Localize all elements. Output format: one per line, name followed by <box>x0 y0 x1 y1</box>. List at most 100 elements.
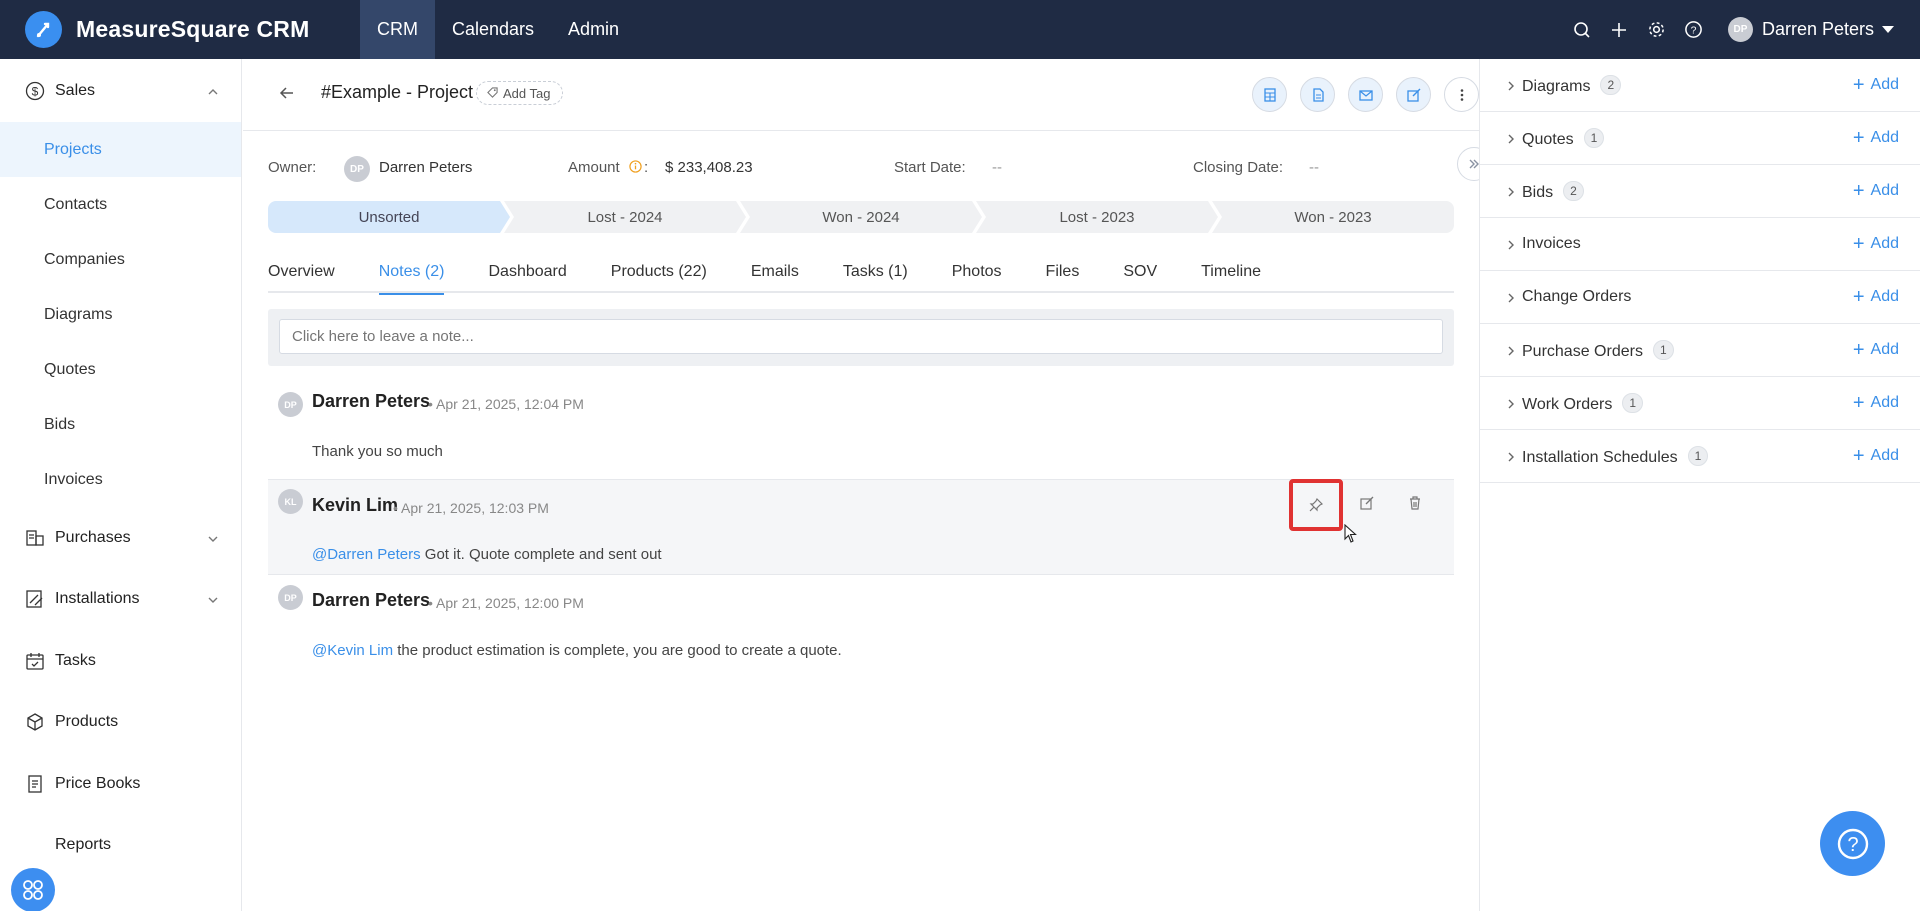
related-label: Change Orders <box>1522 288 1632 305</box>
add-tag-button[interactable]: Add Tag <box>476 81 564 105</box>
stage-won-2024[interactable]: Won - 2024 <box>740 201 982 233</box>
sidebar-item-tasks[interactable]: Tasks <box>0 630 241 692</box>
plus-icon[interactable] <box>1601 0 1638 59</box>
mention-link[interactable]: @Darren Peters <box>312 546 421 563</box>
related-row-quotes[interactable]: Quotes 1 + Add <box>1480 112 1920 165</box>
assistant-bot-icon[interactable] <box>11 868 55 911</box>
related-label: Invoices <box>1522 235 1581 252</box>
related-row-bids[interactable]: Bids 2 + Add <box>1480 165 1920 218</box>
sidebar-item-companies[interactable]: Companies <box>0 232 241 287</box>
sidebar-item-diagrams[interactable]: Diagrams <box>0 287 241 342</box>
sidebar-group-purchases[interactable]: Purchases <box>0 507 241 569</box>
add-label: Add <box>1870 235 1899 252</box>
related-row-change-orders[interactable]: Change Orders + Add <box>1480 271 1920 324</box>
help-question-icon[interactable]: ? <box>1820 811 1885 876</box>
sidebar-item-invoices[interactable]: Invoices <box>0 452 241 507</box>
tab-files[interactable]: Files <box>1046 257 1080 293</box>
count-badge: 1 <box>1622 392 1644 413</box>
note-avatar: DP <box>278 585 303 610</box>
related-row-invoices[interactable]: Invoices + Add <box>1480 218 1920 271</box>
add-work-order-button[interactable]: + Add <box>1853 393 1899 413</box>
stage-lost-2024[interactable]: Lost - 2024 <box>504 201 746 233</box>
add-invoice-button[interactable]: + Add <box>1853 234 1899 254</box>
add-label: Add <box>1870 288 1899 305</box>
tab-dashboard[interactable]: Dashboard <box>488 257 566 293</box>
note-item: KL Kevin Lim • Apr 21, 2025, 12:03 PM @D… <box>268 479 1454 575</box>
note-text-body: the product estimation is complete, you … <box>393 642 842 659</box>
user-avatar: DP <box>1727 17 1753 42</box>
owner-name[interactable]: Darren Peters <box>379 159 472 176</box>
document-icon[interactable] <box>1300 77 1335 112</box>
note-item: DP Darren Peters • Apr 21, 2025, 12:04 P… <box>268 382 1454 460</box>
tab-overview[interactable]: Overview <box>268 257 335 293</box>
related-row-purchase-orders[interactable]: Purchase Orders 1 + Add <box>1480 324 1920 377</box>
related-label-text: Purchase Orders <box>1522 342 1643 360</box>
note-text: @Darren Peters Got it. Quote complete an… <box>312 546 662 563</box>
note-item: DP Darren Peters • Apr 21, 2025, 12:00 P… <box>268 576 1454 676</box>
add-label: Add <box>1870 182 1899 199</box>
related-label: Quotes 1 <box>1522 127 1605 149</box>
add-change-order-button[interactable]: + Add <box>1853 287 1899 307</box>
spreadsheet-icon[interactable] <box>1252 77 1287 112</box>
edit-icon[interactable] <box>1396 77 1431 112</box>
sidebar-item-contacts[interactable]: Contacts <box>0 177 241 232</box>
tab-tasks[interactable]: Tasks (1) <box>843 257 908 293</box>
help-icon[interactable]: ? <box>1675 0 1712 59</box>
more-options-icon[interactable] <box>1444 77 1479 112</box>
tab-emails[interactable]: Emails <box>751 257 799 293</box>
add-installation-schedule-button[interactable]: + Add <box>1853 446 1899 466</box>
pin-note-button[interactable] <box>1289 479 1343 531</box>
delete-note-icon[interactable] <box>1391 479 1439 527</box>
nav-admin[interactable]: Admin <box>551 0 636 59</box>
tab-notes[interactable]: Notes (2) <box>378 257 444 295</box>
tab-sov[interactable]: SOV <box>1123 257 1157 293</box>
stage-lost-2023[interactable]: Lost - 2023 <box>976 201 1218 233</box>
tab-timeline[interactable]: Timeline <box>1201 257 1261 293</box>
start-date-value[interactable]: -- <box>992 159 1002 176</box>
user-menu[interactable]: DP Darren Peters <box>1727 17 1894 42</box>
nav-calendars[interactable]: Calendars <box>435 0 551 59</box>
add-bid-button[interactable]: + Add <box>1853 181 1899 201</box>
amount-value: $ 233,408.23 <box>665 159 753 176</box>
sidebar-item-projects[interactable]: Projects <box>0 122 241 177</box>
related-label-text: Diagrams <box>1522 77 1591 95</box>
tab-products[interactable]: Products (22) <box>611 257 707 293</box>
add-diagram-button[interactable]: + Add <box>1853 75 1899 95</box>
brand[interactable]: MeasureSquare CRM <box>0 11 360 48</box>
related-label: Bids 2 <box>1522 180 1584 202</box>
back-arrow-icon[interactable] <box>279 85 295 106</box>
stage-unsorted[interactable]: Unsorted <box>268 201 510 233</box>
add-quote-button[interactable]: + Add <box>1853 128 1899 148</box>
sidebar-item-reports[interactable]: Reports <box>0 815 241 877</box>
mention-link[interactable]: @Kevin Lim <box>312 642 393 659</box>
gear-icon[interactable] <box>1638 0 1675 59</box>
note-time-text: Apr 21, 2025, 12:04 PM <box>436 396 584 412</box>
related-row-work-orders[interactable]: Work Orders 1 + Add <box>1480 377 1920 430</box>
chevron-right-icon <box>1505 185 1517 203</box>
closing-date-label: Closing Date: <box>1193 159 1284 176</box>
sidebar-item-products[interactable]: Products <box>0 692 241 754</box>
related-row-installation-schedules[interactable]: Installation Schedules 1 + Add <box>1480 430 1920 483</box>
email-icon[interactable] <box>1348 77 1383 112</box>
search-icon[interactable] <box>1564 0 1601 59</box>
owner-label: Owner: <box>268 159 317 176</box>
note-avatar: DP <box>278 392 303 417</box>
sidebar-group-installations[interactable]: Installations <box>0 569 241 631</box>
sidebar-item-bids[interactable]: Bids <box>0 397 241 452</box>
info-icon[interactable] <box>629 160 642 177</box>
sidebar-item-quotes[interactable]: Quotes <box>0 342 241 397</box>
sidebar-item-price-books[interactable]: Price Books <box>0 753 241 815</box>
nav-crm[interactable]: CRM <box>360 0 435 59</box>
note-input[interactable] <box>279 319 1443 354</box>
related-label: Purchase Orders 1 <box>1522 339 1674 361</box>
sidebar-group-sales[interactable]: $ Sales <box>0 59 241 122</box>
closing-date-value[interactable]: -- <box>1309 159 1319 176</box>
installations-icon <box>24 588 46 610</box>
stage-won-2023[interactable]: Won - 2023 <box>1212 201 1454 233</box>
amount-label: Amount <box>568 159 620 176</box>
sidebar-item-label: Products <box>55 713 119 731</box>
add-purchase-order-button[interactable]: + Add <box>1853 340 1899 360</box>
edit-note-icon[interactable] <box>1343 479 1391 527</box>
tab-photos[interactable]: Photos <box>952 257 1002 293</box>
related-row-diagrams[interactable]: Diagrams 2 + Add <box>1480 59 1920 112</box>
